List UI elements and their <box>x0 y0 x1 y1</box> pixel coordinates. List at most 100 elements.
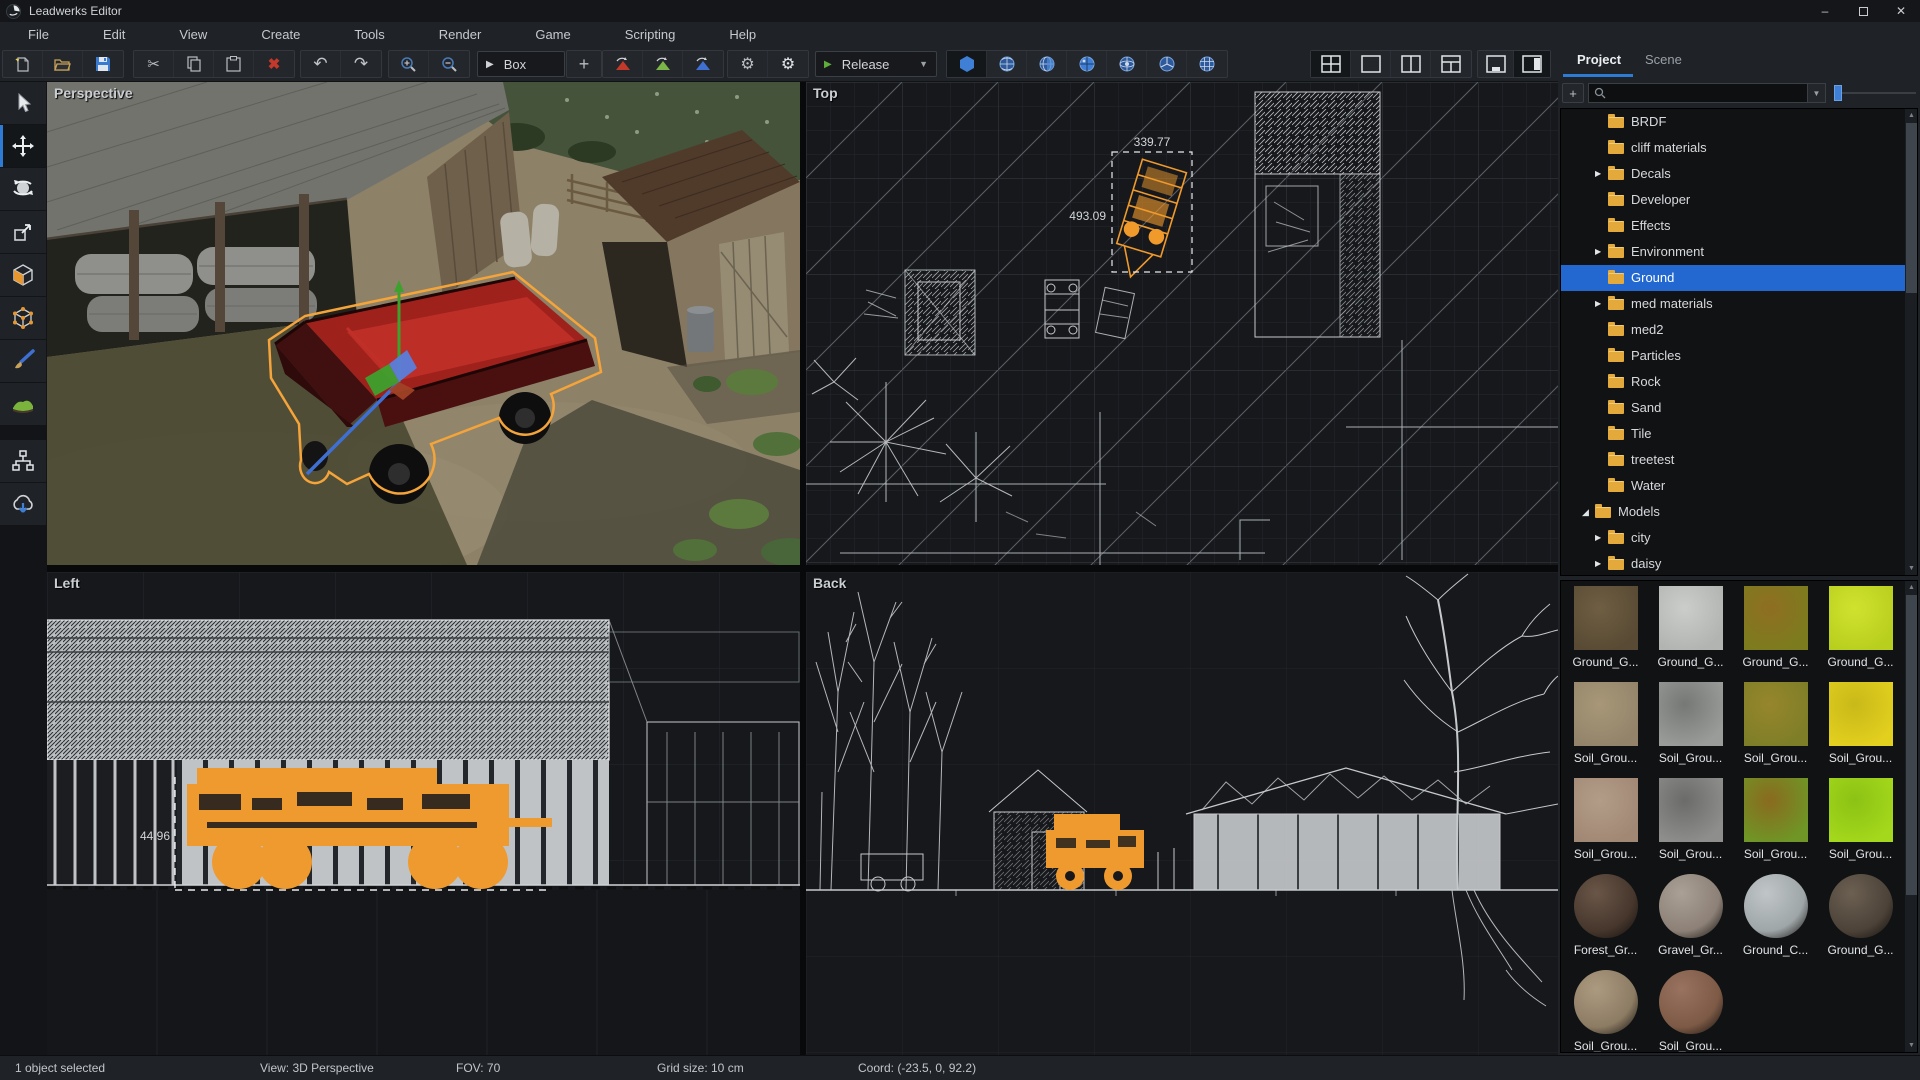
viewport-perspective[interactable]: Perspective <box>47 82 800 565</box>
csg-slice-blue-button[interactable] <box>683 51 723 77</box>
options-button[interactable]: ⚙ <box>728 51 768 77</box>
menu-item[interactable]: Edit <box>89 27 139 42</box>
tree-row[interactable]: ▶ med materials <box>1561 291 1917 317</box>
csg-hollow-green-button[interactable] <box>643 51 683 77</box>
tree-scrollbar-thumb[interactable] <box>1906 123 1917 293</box>
download-tool-button[interactable] <box>0 483 46 526</box>
menu-item[interactable]: Create <box>247 27 314 42</box>
asset-item[interactable]: Ground_G... <box>1563 583 1648 679</box>
slider-handle[interactable] <box>1834 85 1842 101</box>
scroll-down-icon[interactable]: ▼ <box>1905 562 1918 575</box>
tree-expand-icon[interactable]: ▶ <box>1595 525 1608 551</box>
zoom-out-button[interactable] <box>429 51 469 77</box>
toggle-right-panel-button[interactable] <box>1514 51 1550 77</box>
tree-row[interactable]: Ground <box>1561 265 1917 291</box>
layout-three-pane-button[interactable] <box>1431 51 1471 77</box>
cut-button[interactable]: ✂ <box>134 51 174 77</box>
redo-button[interactable]: ↷ <box>341 51 381 77</box>
viewport-top[interactable]: Top <box>806 82 1558 565</box>
paste-button[interactable] <box>214 51 254 77</box>
menu-item[interactable]: Render <box>425 27 496 42</box>
face-edit-tool-button[interactable] <box>0 254 46 297</box>
asset-item[interactable]: Soil_Grou... <box>1733 775 1818 871</box>
csg-carve-red-button[interactable] <box>603 51 643 77</box>
menu-item[interactable]: Tools <box>340 27 398 42</box>
tree-row[interactable]: ▶ daisy <box>1561 551 1917 576</box>
search-box[interactable] <box>1588 83 1808 103</box>
select-tool-button[interactable] <box>0 82 46 125</box>
new-scene-button[interactable] <box>3 51 43 77</box>
viewmode-lit-button[interactable] <box>1107 51 1147 77</box>
asset-item[interactable]: Gravel_Gr... <box>1648 871 1733 967</box>
tree-expand-icon[interactable]: ▶ <box>1595 291 1608 317</box>
tree-row[interactable]: treetest <box>1561 447 1917 473</box>
asset-item[interactable]: Soil_Grou... <box>1563 679 1648 775</box>
tree-row[interactable]: Rock <box>1561 369 1917 395</box>
asset-item[interactable]: Soil_Grou... <box>1563 967 1648 1053</box>
layout-single-button[interactable] <box>1351 51 1391 77</box>
thumbnail-size-slider[interactable] <box>1834 83 1918 103</box>
asset-item[interactable]: Soil_Grou... <box>1648 775 1733 871</box>
primitive-type-dropdown[interactable]: ▶ Box <box>477 51 565 77</box>
asset-item[interactable]: Soil_Grou... <box>1648 679 1733 775</box>
viewmode-grid-button[interactable] <box>1187 51 1227 77</box>
close-button[interactable]: ✕ <box>1882 0 1920 22</box>
tree-row[interactable]: BRDF <box>1561 109 1917 135</box>
build-config-dropdown[interactable]: ▶ Release ▼ <box>815 51 937 77</box>
settings-button[interactable]: ⚙ <box>768 51 808 77</box>
viewport-back[interactable]: Back <box>806 572 1558 1055</box>
tree-row[interactable]: ◢ Models <box>1561 499 1917 525</box>
viewmode-solid-wire-button[interactable] <box>1027 51 1067 77</box>
viewmode-wireframe-button[interactable] <box>987 51 1027 77</box>
scroll-up-icon[interactable]: ▲ <box>1905 581 1918 594</box>
hierarchy-tool-button[interactable] <box>0 440 46 483</box>
thumbnails-scrollbar-thumb[interactable] <box>1906 595 1917 895</box>
tab-scene[interactable]: Scene <box>1645 52 1682 67</box>
menu-item[interactable]: View <box>165 27 221 42</box>
tab-project[interactable]: Project <box>1577 52 1621 67</box>
viewmode-shaded-button[interactable] <box>947 51 987 77</box>
maximize-button[interactable] <box>1844 0 1882 22</box>
menu-item[interactable]: Help <box>715 27 770 42</box>
tree-row[interactable]: Water <box>1561 473 1917 499</box>
tree-scrollbar[interactable]: ▲ ▼ <box>1905 109 1918 575</box>
tree-row[interactable]: med2 <box>1561 317 1917 343</box>
asset-item[interactable]: Soil_Grou... <box>1818 775 1903 871</box>
tree-row[interactable]: ▶ Decals <box>1561 161 1917 187</box>
asset-item[interactable]: Ground_G... <box>1818 583 1903 679</box>
layout-two-columns-button[interactable] <box>1391 51 1431 77</box>
menu-item[interactable]: File <box>14 27 63 42</box>
add-asset-button[interactable]: + <box>1562 83 1584 103</box>
terrain-tool-button[interactable] <box>0 383 46 426</box>
filter-dropdown-button[interactable]: ▼ <box>1807 83 1826 103</box>
tree-row[interactable]: ▶ Environment <box>1561 239 1917 265</box>
viewmode-normals-button[interactable] <box>1147 51 1187 77</box>
copy-button[interactable] <box>174 51 214 77</box>
scale-tool-button[interactable] <box>0 211 46 254</box>
asset-item[interactable]: Soil_Grou... <box>1648 967 1733 1053</box>
tree-expand-icon[interactable]: ◢ <box>1582 499 1595 525</box>
vertex-edit-tool-button[interactable] <box>0 297 46 340</box>
tree-row[interactable]: cliff materials <box>1561 135 1917 161</box>
minimize-button[interactable]: – <box>1806 0 1844 22</box>
tree-expand-icon[interactable]: ▶ <box>1595 161 1608 187</box>
menu-item[interactable]: Scripting <box>611 27 690 42</box>
paint-tool-button[interactable] <box>0 340 46 383</box>
undo-button[interactable]: ↶ <box>301 51 341 77</box>
add-primitive-button[interactable]: + <box>567 51 601 77</box>
tree-expand-icon[interactable]: ▶ <box>1595 551 1608 576</box>
asset-item[interactable]: Soil_Grou... <box>1818 679 1903 775</box>
tree-row[interactable]: Developer <box>1561 187 1917 213</box>
tree-expand-icon[interactable]: ▶ <box>1595 239 1608 265</box>
asset-item[interactable]: Forest_Gr... <box>1563 871 1648 967</box>
viewmode-textured-button[interactable] <box>1067 51 1107 77</box>
asset-item[interactable]: Ground_G... <box>1818 871 1903 967</box>
move-tool-button[interactable] <box>0 125 46 168</box>
tree-row[interactable]: Particles <box>1561 343 1917 369</box>
scroll-up-icon[interactable]: ▲ <box>1905 109 1918 122</box>
save-button[interactable] <box>83 51 123 77</box>
tree-row[interactable]: Tile <box>1561 421 1917 447</box>
scroll-down-icon[interactable]: ▼ <box>1905 1039 1918 1052</box>
rotate-tool-button[interactable] <box>0 168 46 211</box>
search-input[interactable] <box>1606 86 1796 100</box>
